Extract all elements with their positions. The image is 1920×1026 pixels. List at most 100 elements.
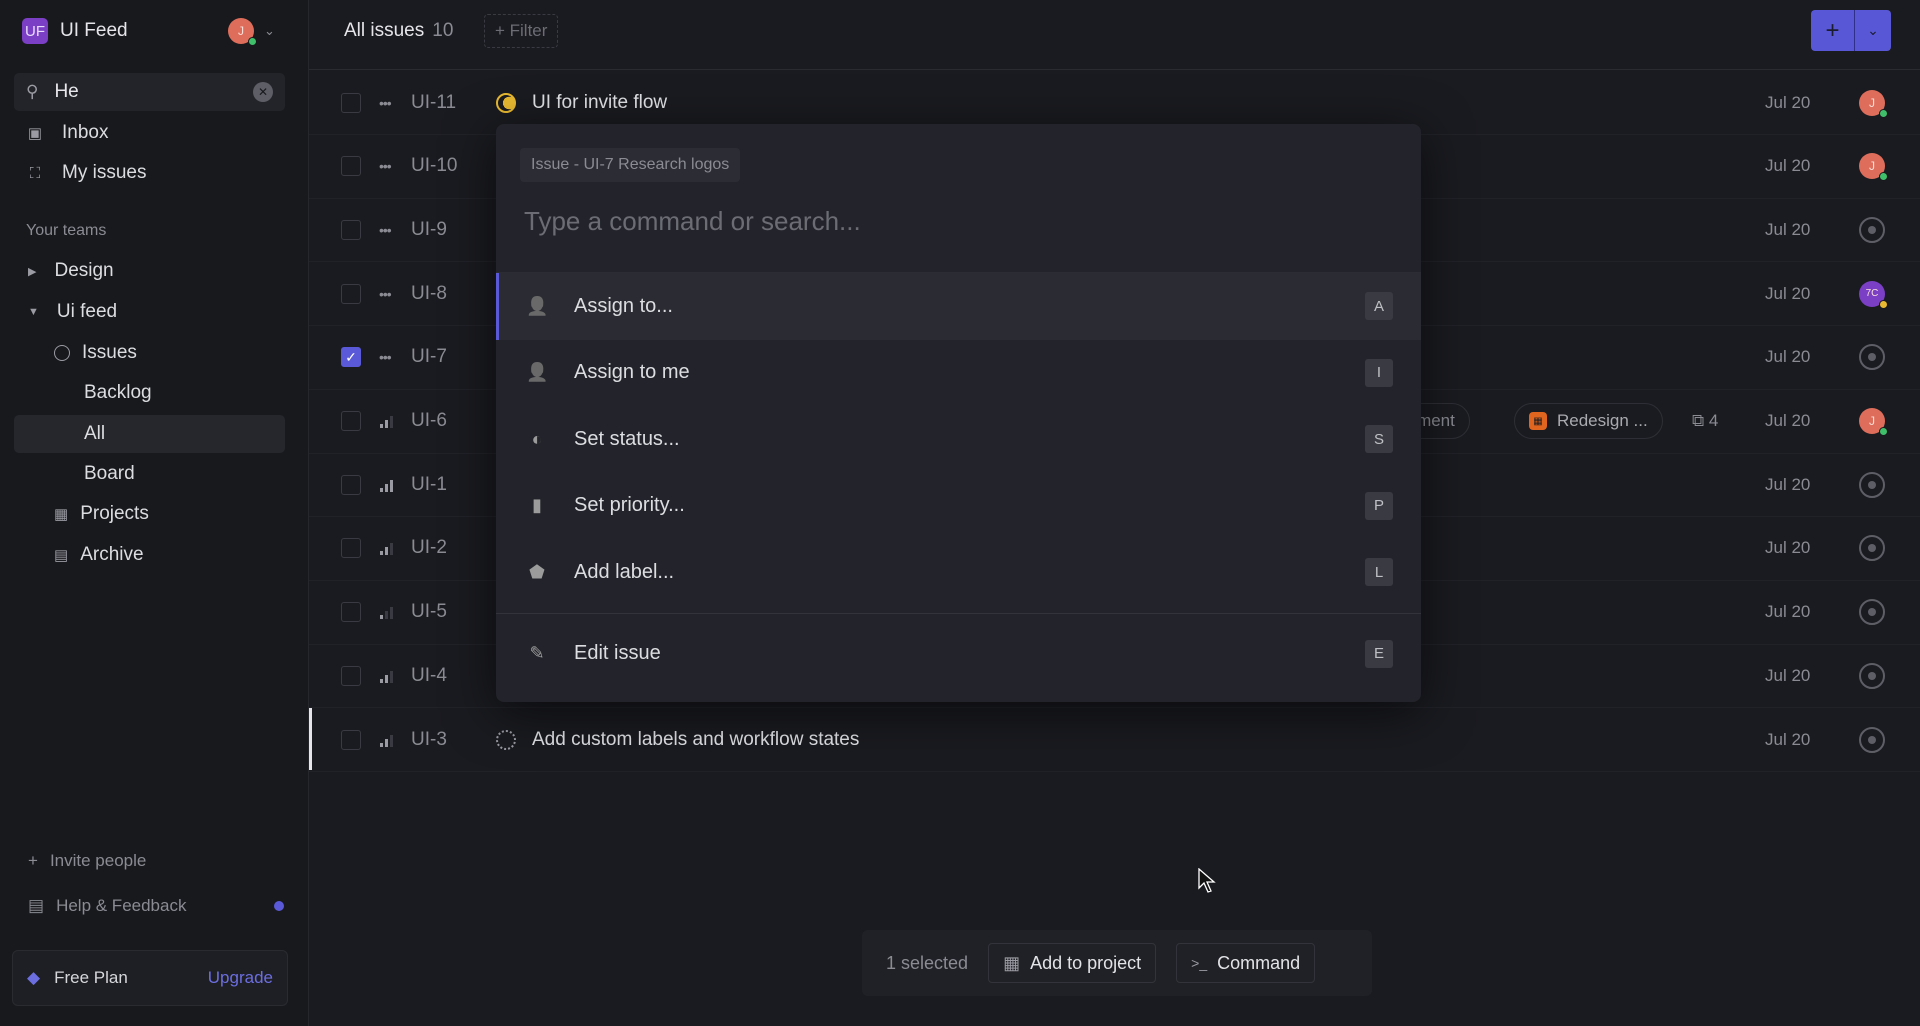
sidebar-item-all[interactable]: All [14, 415, 285, 453]
issue-date: Jul 20 [1765, 283, 1811, 303]
sidebar-item-inbox[interactable]: ▣ Inbox [14, 114, 285, 152]
search-field[interactable]: ⚲ ✕ [14, 73, 285, 111]
command-label: Assign to... [574, 294, 673, 317]
priority-icon[interactable] [379, 540, 395, 556]
command-button[interactable]: >_ Command [1176, 943, 1316, 983]
shortcut-key: P [1365, 491, 1393, 520]
command-palette: Issue - UI-7 Research logos 👤 Assign to..… [496, 124, 1421, 702]
shortcut-key: E [1365, 639, 1393, 668]
no-priority-icon[interactable]: ••• [379, 158, 392, 174]
issue-title[interactable]: Add custom labels and workflow states [532, 729, 859, 751]
issue-title[interactable]: UI for invite flow [532, 92, 667, 114]
header: All issues 10 + Filter + ⌄ [309, 0, 1920, 70]
grid-icon: ▦ [1003, 952, 1021, 973]
sidebar-team-ui-feed[interactable]: ▼ Ui feed [14, 293, 285, 331]
row-checkbox[interactable] [341, 219, 361, 240]
unassigned-icon[interactable] [1859, 662, 1885, 689]
assignee-avatar[interactable]: J [1859, 153, 1888, 182]
unassigned-icon[interactable] [1859, 535, 1885, 562]
command-item[interactable]: ✎ Edit issue E [496, 621, 1421, 688]
shortcut-key: A [1365, 292, 1393, 321]
sidebar-item-projects[interactable]: ▦ Projects [14, 495, 285, 533]
priority-icon[interactable] [379, 477, 395, 493]
no-priority-icon[interactable]: ••• [379, 349, 392, 365]
command-item[interactable]: ▮ Set priority... P [496, 473, 1421, 540]
priority-icon[interactable] [379, 668, 395, 684]
new-issue-button[interactable]: + [1811, 10, 1855, 51]
row-checkbox[interactable]: ✓ [341, 347, 361, 368]
command-context: Issue - UI-7 Research logos [520, 148, 741, 182]
in-progress-icon[interactable] [496, 92, 516, 113]
command-item[interactable]: 👤 Assign to me I [496, 340, 1421, 407]
label-icon: ⬟ [529, 561, 545, 582]
unassigned-icon[interactable] [1859, 726, 1885, 753]
command-label: Assign to me [574, 361, 690, 384]
sidebar-item-issues[interactable]: Issues [14, 334, 285, 372]
unassigned-icon[interactable] [1859, 344, 1885, 371]
priority-icon[interactable] [379, 413, 395, 429]
issue-id: UI-10 [411, 155, 458, 177]
row-checkbox[interactable] [341, 156, 361, 177]
sidebar-item-my-issues[interactable]: ⛶ My issues [14, 154, 285, 192]
row-checkbox[interactable] [341, 602, 361, 623]
issue-id: UI-8 [411, 282, 447, 304]
row-checkbox[interactable] [341, 92, 361, 113]
command-label: Add label... [574, 560, 675, 583]
label: Projects [80, 503, 149, 524]
sidebar-team-design[interactable]: ▶ Design [14, 252, 285, 290]
command-item[interactable]: ⬟ Add label... L [496, 539, 1421, 606]
new-issue-dropdown[interactable]: ⌄ [1855, 10, 1891, 51]
issue-date: Jul 20 [1765, 156, 1811, 176]
command-item[interactable]: ◐ Set status... S [496, 406, 1421, 473]
circle-icon [54, 345, 70, 361]
search-input[interactable] [54, 81, 235, 103]
no-priority-icon[interactable]: ••• [379, 222, 392, 238]
row-checkbox[interactable] [341, 411, 361, 431]
project-chip[interactable]: ▦ Redesign ... [1514, 403, 1663, 439]
assignee-avatar[interactable]: J [1859, 408, 1888, 436]
sidebar-item-backlog[interactable]: Backlog [14, 374, 285, 412]
no-priority-icon[interactable]: ••• [379, 95, 392, 111]
sidebar: UF UI Feed J ⌄ ⚲ ✕ ▣ Inbox ⛶ My issues You… [0, 0, 309, 1026]
command-item[interactable]: 👤 Assign to... A [496, 273, 1421, 340]
add-to-project-button[interactable]: ▦ Add to project [988, 943, 1157, 983]
table-row[interactable]: UI-3 Add custom labels and workflow state… [309, 708, 1920, 772]
unassigned-icon[interactable] [1859, 216, 1885, 243]
project-icon: ▦ [1529, 412, 1547, 430]
user-menu[interactable]: J ⌄ [228, 18, 275, 46]
assignee-avatar[interactable]: J [1859, 89, 1888, 118]
unassigned-icon[interactable] [1859, 599, 1885, 626]
terminal-icon: >_ [1191, 955, 1208, 971]
row-checkbox[interactable] [341, 283, 361, 304]
sidebar-item-board[interactable]: Board [14, 455, 285, 493]
filter-button[interactable]: + Filter [484, 14, 559, 48]
sidebar-item-archive[interactable]: ▤ Archive [14, 536, 285, 574]
backlog-status-icon[interactable] [496, 729, 516, 750]
row-checkbox[interactable] [341, 538, 361, 559]
archive-icon: ▤ [54, 547, 69, 564]
row-checkbox[interactable] [341, 665, 361, 686]
notification-dot [274, 901, 284, 911]
issue-date: Jul 20 [1765, 538, 1811, 558]
label: Backlog [84, 382, 152, 403]
upgrade-link[interactable]: Upgrade [208, 968, 273, 988]
row-checkbox[interactable] [341, 474, 361, 495]
no-priority-icon[interactable]: ••• [379, 286, 392, 302]
issue-id: UI-7 [411, 346, 447, 368]
label: Issues [82, 342, 137, 363]
unassigned-icon[interactable] [1859, 471, 1885, 498]
priority-icon[interactable] [379, 732, 395, 748]
assignee-avatar[interactable]: 7C [1859, 280, 1888, 309]
workspace-switcher[interactable]: UF UI Feed [22, 18, 128, 44]
command-list: 👤 Assign to... A 👤 Assign to me I ◐ Set status.… [496, 272, 1421, 687]
focus-indicator [309, 708, 312, 770]
label: All [84, 423, 106, 444]
label: Board [84, 463, 135, 484]
priority-icon[interactable] [379, 604, 395, 620]
help-feedback-link[interactable]: ▤ Help & Feedback [28, 896, 186, 916]
clear-search-icon[interactable]: ✕ [253, 82, 273, 102]
invite-people-link[interactable]: + Invite people [28, 851, 146, 871]
row-checkbox[interactable] [341, 729, 361, 750]
plan-name: Free Plan [54, 968, 128, 987]
command-input[interactable] [524, 206, 1384, 237]
